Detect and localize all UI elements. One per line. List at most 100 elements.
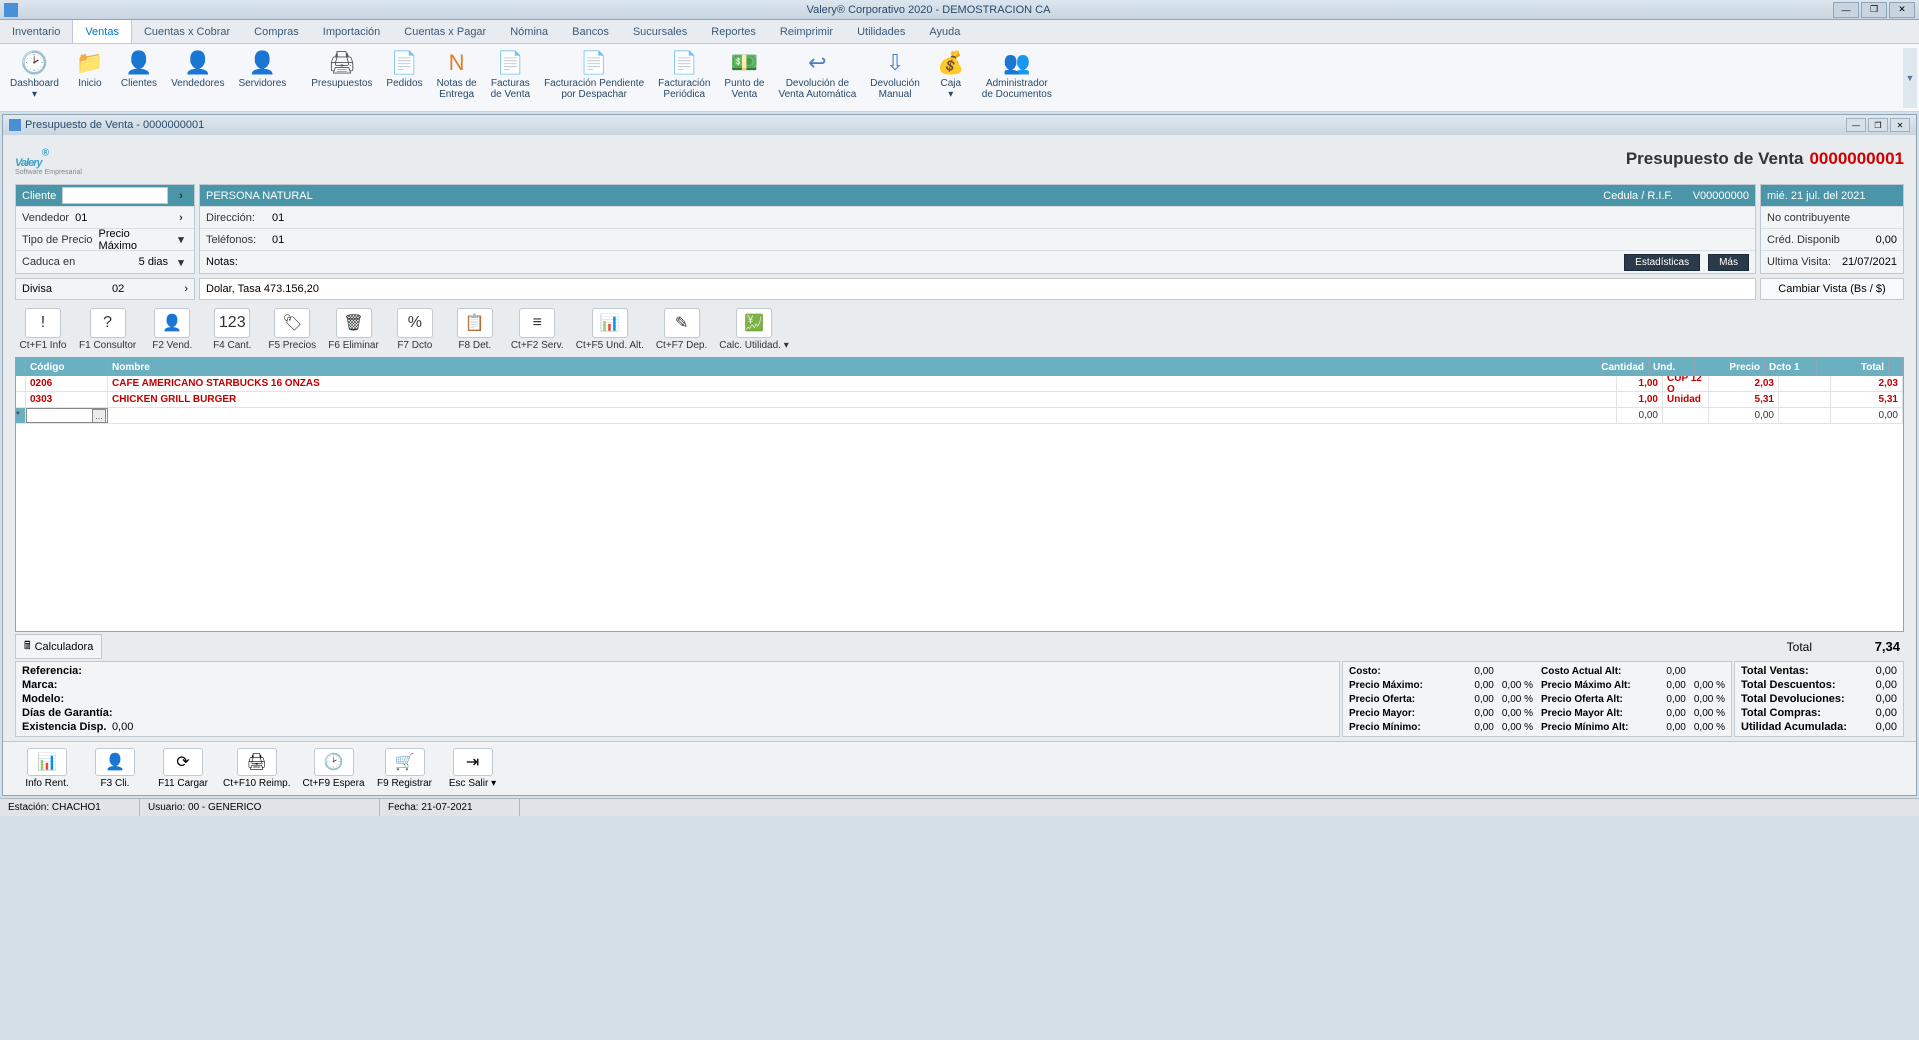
- ribbon-devoluci-n[interactable]: ⇩Devolución Manual: [864, 46, 925, 102]
- divisa-value: 02: [58, 283, 178, 295]
- action-ct-f5-und-alt-[interactable]: 📊Ct+F5 Und. Alt.: [572, 306, 648, 353]
- bottom-icon: 👤: [95, 748, 135, 776]
- ribbon-pedidos[interactable]: 📄Pedidos: [380, 46, 428, 91]
- ribbon-icon: 💰: [934, 48, 968, 78]
- ribbon-presupuestos[interactable]: 🖨Presupuestos: [305, 46, 378, 91]
- action-ct-f1-info[interactable]: !Ct+F1 Info: [15, 306, 71, 353]
- col-header-codigo[interactable]: Código: [26, 358, 108, 376]
- menu-item-inventario[interactable]: Inventario: [0, 20, 72, 43]
- calculadora-button[interactable]: 🖩 Calculadora: [15, 634, 102, 659]
- fecha-value: mié. 21 jul. del 2021: [1767, 190, 1865, 202]
- col-header-cantidad[interactable]: Cantidad: [1603, 358, 1649, 376]
- ribbon-administrador[interactable]: 👥Administrador de Documentos: [976, 46, 1058, 102]
- action-label: Ct+F5 Und. Alt.: [576, 340, 644, 351]
- action-f8-det-[interactable]: 📋F8 Det.: [447, 306, 503, 353]
- menu-item-importación[interactable]: Importación: [311, 20, 392, 43]
- item-lookup-button[interactable]: …: [92, 409, 106, 423]
- ribbon-label: Facturas de Venta: [491, 78, 530, 100]
- bottom-esc-salir-[interactable]: ⇥Esc Salir ▾: [441, 746, 505, 791]
- divisa-lookup-button[interactable]: ›: [184, 283, 188, 295]
- ribbon-punto-de[interactable]: 💵Punto de Venta: [718, 46, 770, 102]
- bottom-ct-f10-reimp-[interactable]: 🖨 Ct+F10 Reimp.: [219, 746, 295, 791]
- bottom-label: Ct+F10 Reimp.: [223, 778, 291, 789]
- bottom-f11-cargar[interactable]: ⟳F11 Cargar: [151, 746, 215, 791]
- child-maximize-button[interactable]: ❐: [1868, 118, 1888, 132]
- ribbon-icon: ⇩: [878, 48, 912, 78]
- window-maximize-button[interactable]: ❐: [1861, 2, 1887, 18]
- action-f5-precios[interactable]: 🏷F5 Precios: [264, 306, 320, 353]
- menu-item-bancos[interactable]: Bancos: [560, 20, 621, 43]
- action-f6-eliminar[interactable]: 🗑F6 Eliminar: [324, 306, 383, 353]
- cambiar-vista-button[interactable]: Cambiar Vista (Bs / $): [1760, 278, 1904, 300]
- estadisticas-button[interactable]: Estadísticas: [1624, 254, 1700, 271]
- menu-item-reportes[interactable]: Reportes: [699, 20, 768, 43]
- total-value: 7,34: [1824, 639, 1904, 654]
- menu-item-nómina[interactable]: Nómina: [498, 20, 560, 43]
- vendedor-lookup-button[interactable]: ›: [174, 212, 188, 224]
- bottom-f3-cli-[interactable]: 👤F3 Cli.: [83, 746, 147, 791]
- ribbon-caja[interactable]: 💰Caja ▾: [928, 46, 974, 102]
- bottom-f9-registrar[interactable]: 🛒F9 Registrar: [373, 746, 437, 791]
- col-header-total[interactable]: Total: [1817, 358, 1889, 376]
- cedula-label: Cedula / R.I.F.: [1603, 190, 1673, 202]
- action-f1-consultor[interactable]: ?F1 Consultor: [75, 306, 140, 353]
- cliente-lookup-button[interactable]: ›: [174, 190, 188, 202]
- grid-body[interactable]: 0206CAFE AMERICANO STARBUCKS 16 ONZAS1,0…: [16, 376, 1903, 631]
- menu-item-ayuda[interactable]: Ayuda: [917, 20, 972, 43]
- ribbon-facturas[interactable]: 📄Facturas de Venta: [485, 46, 536, 102]
- window-minimize-button[interactable]: —: [1833, 2, 1859, 18]
- action-calc-utilidad-[interactable]: 💹Calc. Utilidad. ▾: [715, 306, 793, 353]
- total-row: 🖩 Calculadora Total 7,34: [3, 632, 1916, 661]
- ribbon-label: Presupuestos: [311, 78, 372, 89]
- ribbon-facturaci-n-pendiente[interactable]: 📄Facturación Pendiente por Despachar: [538, 46, 650, 102]
- menu-item-reimprimir[interactable]: Reimprimir: [768, 20, 845, 43]
- menu-item-cuentas-x-pagar[interactable]: Cuentas x Pagar: [392, 20, 498, 43]
- action-f7-dcto[interactable]: %F7 Dcto: [387, 306, 443, 353]
- ribbon-label: Pedidos: [386, 78, 422, 89]
- menu-item-ventas[interactable]: Ventas: [72, 20, 132, 43]
- ribbon-dashboard[interactable]: 🕑Dashboard ▾: [4, 46, 65, 102]
- menu-item-utilidades[interactable]: Utilidades: [845, 20, 917, 43]
- action-f4-cant-[interactable]: 123F4 Cant.: [204, 306, 260, 353]
- ribbon-label: Caja ▾: [940, 78, 961, 100]
- ribbon-scroll-right[interactable]: ▼: [1903, 48, 1917, 108]
- main-menu-bar: InventarioVentasCuentas x CobrarComprasI…: [0, 20, 1919, 44]
- col-header-nombre[interactable]: Nombre: [108, 358, 1603, 376]
- ribbon-facturaci-n[interactable]: 📄Facturación Periódica: [652, 46, 716, 102]
- grid-row[interactable]: 0206CAFE AMERICANO STARBUCKS 16 ONZAS1,0…: [16, 376, 1903, 392]
- tipo-persona: PERSONA NATURAL: [206, 190, 313, 202]
- bottom-ct-f9-espera[interactable]: 🕑Ct+F9 Espera: [299, 746, 369, 791]
- menu-item-sucursales[interactable]: Sucursales: [621, 20, 699, 43]
- child-minimize-button[interactable]: —: [1846, 118, 1866, 132]
- ribbon-servidores[interactable]: 👤Servidores: [232, 46, 292, 91]
- ribbon-icon: 👤: [245, 48, 279, 78]
- mas-button[interactable]: Más: [1708, 254, 1749, 271]
- col-header-precio[interactable]: Precio: [1695, 358, 1765, 376]
- action-f2-vend-[interactable]: 👤F2 Vend.: [144, 306, 200, 353]
- status-fecha: Fecha: 21-07-2021: [380, 799, 520, 816]
- divisa-label: Divisa: [22, 283, 52, 295]
- menu-item-compras[interactable]: Compras: [242, 20, 311, 43]
- child-close-button[interactable]: ✕: [1890, 118, 1910, 132]
- cliente-input[interactable]: 01: [62, 187, 168, 204]
- ribbon-devoluci-n-de[interactable]: ↩Devolución de Venta Automática: [772, 46, 862, 102]
- bottom-info-rent-[interactable]: 📊Info Rent.: [15, 746, 79, 791]
- col-header-dcto[interactable]: Dcto 1: [1765, 358, 1817, 376]
- tipo-precio-dropdown[interactable]: ▾: [174, 233, 188, 246]
- menu-item-cuentas-x-cobrar[interactable]: Cuentas x Cobrar: [132, 20, 242, 43]
- window-close-button[interactable]: ✕: [1889, 2, 1915, 18]
- ribbon-label: Punto de Venta: [724, 78, 764, 100]
- ribbon-notas-de[interactable]: NNotas de Entrega: [431, 46, 483, 102]
- caduca-dropdown[interactable]: ▾: [174, 256, 188, 269]
- action-label: Ct+F1 Info: [20, 340, 67, 351]
- bottom-icon: 🖨: [237, 748, 277, 776]
- ribbon-vendedores[interactable]: 👤Vendedores: [165, 46, 230, 91]
- ribbon-inicio[interactable]: 📁Inicio: [67, 46, 113, 91]
- ribbon-clientes[interactable]: 👤Clientes: [115, 46, 163, 91]
- grid-row[interactable]: 0303CHICKEN GRILL BURGER1,00Unidad5,315,…: [16, 392, 1903, 408]
- action-ct-f2-serv-[interactable]: ≡Ct+F2 Serv.: [507, 306, 568, 353]
- grid-edit-row[interactable]: *…0,000,000,00: [16, 408, 1903, 424]
- document-header: Valery® Software Empresarial Presupuesto…: [3, 135, 1916, 182]
- col-header-und[interactable]: Und.: [1649, 358, 1695, 376]
- action-ct-f7-dep-[interactable]: ✎Ct+F7 Dep.: [652, 306, 711, 353]
